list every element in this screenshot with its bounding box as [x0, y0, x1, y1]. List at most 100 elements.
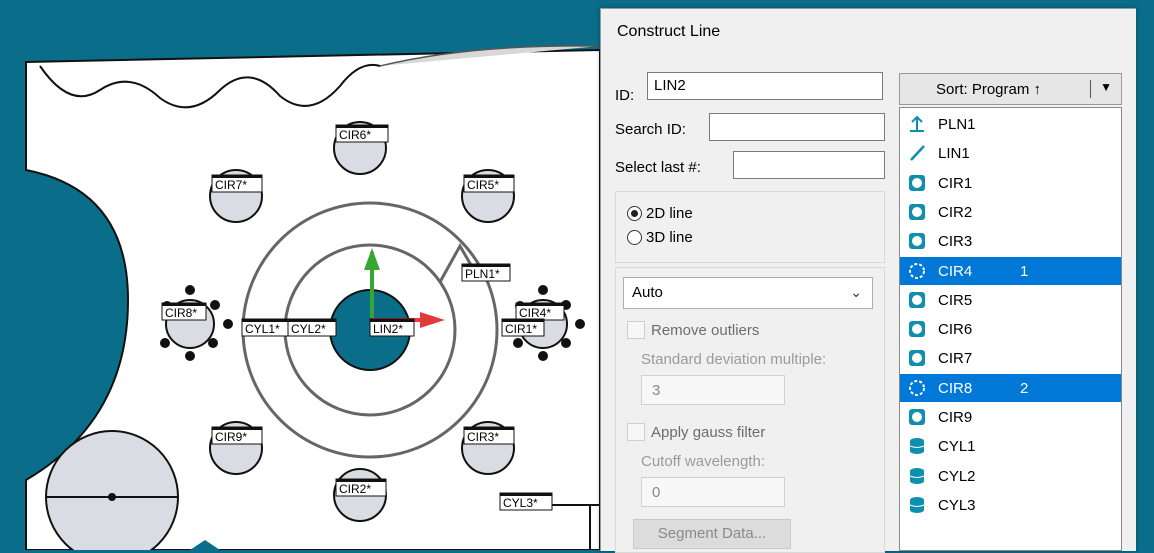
dimension-group: [615, 191, 885, 263]
selection-order: 1: [1020, 262, 1029, 280]
sort-separator: [1090, 80, 1091, 98]
cad-viewport[interactable]: CIR6* CIR7* CIR5* PLN1* CIR8* CYL1* CYL2* LIN2*…: [0, 0, 600, 550]
cad-label-cir8[interactable]: CIR8*: [161, 302, 207, 321]
gauss-filter-box: [627, 423, 645, 441]
search-id-input[interactable]: [709, 113, 885, 141]
cad-label-cyl2[interactable]: CYL2*: [287, 318, 337, 337]
svg-text:PLN1*: PLN1*: [465, 267, 500, 281]
radio-2d-label: 2D line: [646, 205, 693, 222]
feature-item-cir5[interactable]: CIR5: [900, 286, 1121, 314]
cad-label-cir4[interactable]: CIR4*: [515, 302, 565, 321]
std-dev-input[interactable]: 3: [641, 375, 785, 405]
svg-text:CIR7*: CIR7*: [215, 178, 247, 192]
feature-item-cir2[interactable]: CIR2: [900, 198, 1121, 226]
feature-name: CIR6: [938, 321, 973, 339]
select-last-input[interactable]: [733, 151, 885, 179]
radio-3d-line[interactable]: 3D line: [627, 229, 693, 246]
svg-text:CYL3*: CYL3*: [503, 496, 538, 510]
feature-name: CIR8: [938, 379, 973, 397]
plane-icon: [908, 115, 926, 133]
feature-item-cyl1[interactable]: CYL1: [900, 432, 1121, 460]
feature-item-cyl3[interactable]: CYL3: [900, 491, 1121, 519]
cad-label-cir9[interactable]: CIR9*: [211, 426, 263, 445]
cad-label-lin2[interactable]: LIN2*: [369, 318, 415, 337]
feature-name: CIR1: [938, 174, 973, 192]
circle-icon: [908, 174, 926, 192]
feature-name: CIR9: [938, 409, 973, 426]
circle-icon: [908, 379, 926, 397]
cad-label-cir6[interactable]: CIR6*: [335, 124, 389, 143]
cad-label-cir5[interactable]: CIR5*: [463, 174, 515, 193]
sort-dropdown-icon[interactable]: ▼: [1100, 80, 1112, 94]
fit-method-value: Auto: [632, 284, 663, 301]
sort-label: Sort: Program ↑: [936, 81, 1042, 98]
svg-text:CIR6*: CIR6*: [339, 128, 371, 142]
feature-name: CIR5: [938, 291, 973, 309]
cylinder-icon: [908, 496, 926, 514]
feature-name: CIR3: [938, 233, 973, 251]
std-dev-label: Standard deviation multiple:: [641, 351, 827, 368]
cad-label-cir2[interactable]: CIR2*: [335, 478, 387, 497]
cad-label-cir7[interactable]: CIR7*: [211, 174, 263, 193]
radio-2d-line[interactable]: 2D line: [627, 205, 693, 222]
gauss-filter-label: Apply gauss filter: [651, 423, 766, 441]
fit-options-group: [615, 267, 885, 553]
fit-method-select[interactable]: Auto ⌄: [623, 277, 873, 309]
svg-text:CIR4*: CIR4*: [519, 306, 551, 320]
svg-text:CIR5*: CIR5*: [467, 178, 499, 192]
svg-text:CIR2*: CIR2*: [339, 482, 371, 496]
radio-2d-dot: [627, 206, 642, 221]
feature-name: CYL3: [938, 496, 976, 514]
gauss-filter-checkbox[interactable]: Apply gauss filter: [627, 423, 765, 441]
sort-button[interactable]: Sort: Program ↑ ▼: [899, 73, 1122, 105]
feature-item-cir3[interactable]: CIR3: [900, 227, 1121, 255]
feature-item-cir6[interactable]: CIR6: [900, 315, 1121, 343]
segment-data-button[interactable]: Segment Data...: [633, 519, 791, 549]
feature-item-cir1[interactable]: CIR1: [900, 169, 1121, 197]
circle-icon: [908, 203, 926, 221]
feature-item-cir7[interactable]: CIR7: [900, 344, 1121, 372]
id-label: ID:: [615, 87, 635, 104]
svg-text:CIR3*: CIR3*: [467, 430, 499, 444]
cad-label-pln1[interactable]: PLN1*: [461, 263, 511, 282]
feature-item-pln1[interactable]: PLN1: [900, 110, 1121, 138]
feature-name: CYL1: [938, 438, 976, 456]
feature-name: PLN1: [938, 116, 976, 133]
feature-item-lin1[interactable]: LIN1: [900, 139, 1121, 167]
circle-icon: [908, 408, 926, 426]
feature-item-cyl2[interactable]: CYL2: [900, 462, 1121, 490]
cutoff-input[interactable]: 0: [641, 477, 785, 507]
selection-order: 2: [1020, 379, 1029, 397]
remove-outliers-label: Remove outliers: [651, 321, 760, 339]
cad-label-cir3[interactable]: CIR3*: [463, 426, 515, 445]
feature-item-cir9[interactable]: CIR9: [900, 403, 1121, 431]
cutoff-label: Cutoff wavelength:: [641, 453, 765, 470]
svg-text:CYL2*: CYL2*: [291, 322, 326, 336]
svg-text:CIR9*: CIR9*: [215, 430, 247, 444]
feature-list[interactable]: PLN1 LIN1 CIR1 CIR2 CIR3 CIR4 1 CIR5 CIR6 CIR7 CIR…: [899, 107, 1122, 551]
id-input[interactable]: LIN2: [647, 72, 883, 100]
feature-item-cir8[interactable]: CIR8 2: [900, 373, 1121, 402]
svg-text:LIN2*: LIN2*: [373, 322, 403, 336]
feature-name: CIR7: [938, 350, 973, 368]
circle-icon: [908, 262, 926, 280]
remove-outliers-box: [627, 321, 645, 339]
svg-text:CIR8*: CIR8*: [165, 306, 197, 320]
cylinder-icon: [908, 467, 926, 485]
line-icon: [908, 144, 926, 162]
cad-label-cir1[interactable]: CIR1*: [501, 318, 545, 337]
chevron-down-icon: ⌄: [850, 284, 862, 300]
construct-line-dialog: Construct Line ID: LIN2 Search ID: Selec…: [600, 8, 1136, 553]
circle-icon: [908, 232, 926, 250]
cylinder-icon: [908, 437, 926, 455]
feature-name: LIN1: [938, 145, 970, 163]
radio-3d-dot: [627, 230, 642, 245]
search-id-label: Search ID:: [615, 121, 686, 138]
feature-name: CYL2: [938, 467, 976, 485]
dialog-title: Construct Line: [617, 23, 721, 40]
cad-label-cyl3[interactable]: CYL3*: [499, 492, 553, 511]
remove-outliers-checkbox[interactable]: Remove outliers: [627, 321, 759, 339]
cad-label-cyl1[interactable]: CYL1*: [241, 318, 289, 337]
circle-icon: [908, 349, 926, 367]
feature-item-cir4[interactable]: CIR4 1: [900, 256, 1121, 285]
